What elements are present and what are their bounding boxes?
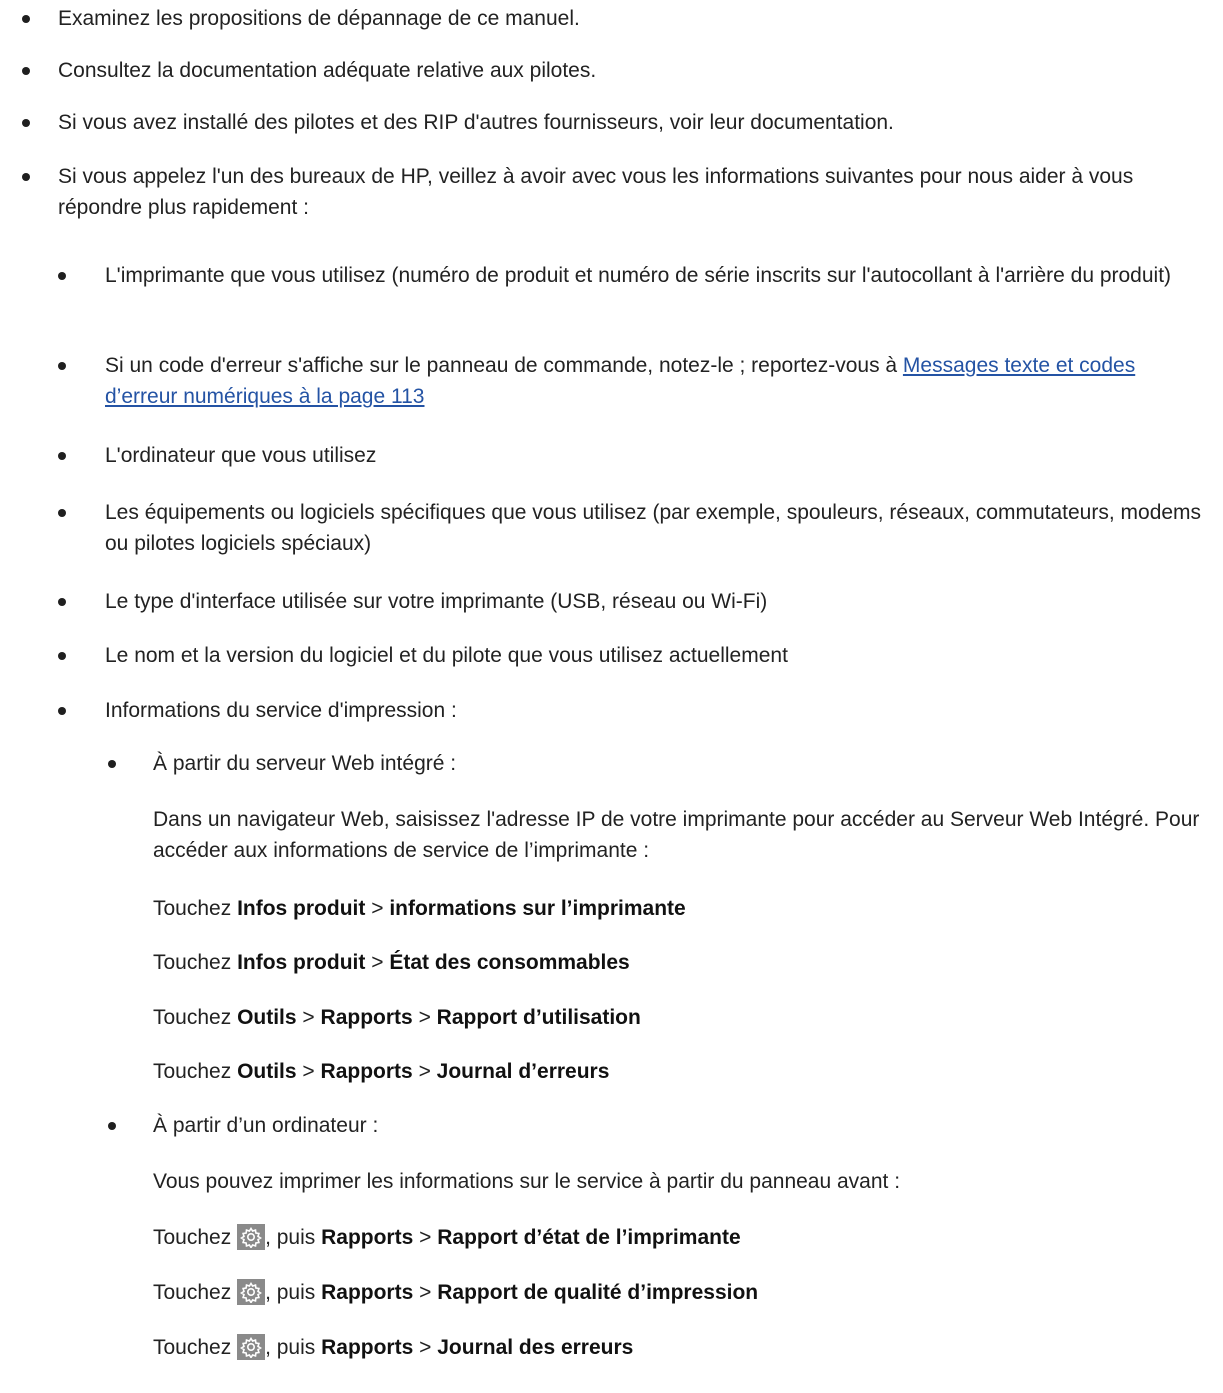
bullet-icon xyxy=(58,452,66,460)
gear-icon xyxy=(237,1224,266,1250)
list-item: Si vous appelez l'un des bureaux de HP, … xyxy=(58,165,1134,219)
sub-list-item-text: Si un code d'erreur s'affiche sur le pan… xyxy=(105,354,903,377)
sub-list-item: L'ordinateur que vous utilisez xyxy=(105,444,377,467)
instruction-line: Touchez Outils > Rapports > Rapport d’ut… xyxy=(153,1006,641,1029)
gear-icon xyxy=(237,1279,266,1305)
bullet-icon xyxy=(22,15,30,23)
list-item: Examinez les propositions de dépannage d… xyxy=(58,7,580,30)
sub-list-item: Informations du service d'impression : xyxy=(105,699,457,722)
list-item: Si vous avez installé des pilotes et des… xyxy=(58,111,894,134)
sub-list-item: Les équipements ou logiciels spécifiques… xyxy=(105,501,1202,555)
instruction-line: Touchez , puis Rapports > Rapport d’état… xyxy=(153,1224,741,1250)
instruction-line: Touchez Infos produit > État des consomm… xyxy=(153,951,630,974)
computer-label: À partir d’un ordinateur : xyxy=(153,1114,379,1137)
bullet-icon xyxy=(22,173,30,181)
sub-list-item: Le type d'interface utilisée sur votre i… xyxy=(105,590,768,613)
sub-list-item: Si un code d'erreur s'affiche sur le pan… xyxy=(105,350,1210,412)
bullet-icon xyxy=(58,598,66,606)
instruction-line: Touchez Infos produit > informations sur… xyxy=(153,897,686,920)
instruction-line: Touchez , puis Rapports > Rapport de qua… xyxy=(153,1279,759,1305)
instruction-line: Touchez Outils > Rapports > Journal d’er… xyxy=(153,1060,610,1083)
bullet-icon xyxy=(22,67,30,75)
bullet-icon xyxy=(108,760,116,768)
gear-icon xyxy=(237,1334,266,1360)
web-server-description: Dans un navigateur Web, saisissez l'adre… xyxy=(153,808,1200,862)
instruction-line: Touchez , puis Rapports > Journal des er… xyxy=(153,1334,634,1360)
bullet-icon xyxy=(58,272,66,280)
bullet-icon xyxy=(58,362,66,370)
bullet-icon xyxy=(58,707,66,715)
bullet-icon xyxy=(108,1122,116,1130)
computer-description: Vous pouvez imprimer les informations su… xyxy=(153,1170,901,1193)
bullet-icon xyxy=(58,509,66,517)
bullet-icon xyxy=(58,652,66,660)
list-item: Consultez la documentation adéquate rela… xyxy=(58,59,597,82)
sub-list-item: L'imprimante que vous utilisez (numéro d… xyxy=(105,264,1172,287)
web-server-label: À partir du serveur Web intégré : xyxy=(153,752,457,775)
sub-list-item: Le nom et la version du logiciel et du p… xyxy=(105,644,788,667)
bullet-icon xyxy=(22,119,30,127)
